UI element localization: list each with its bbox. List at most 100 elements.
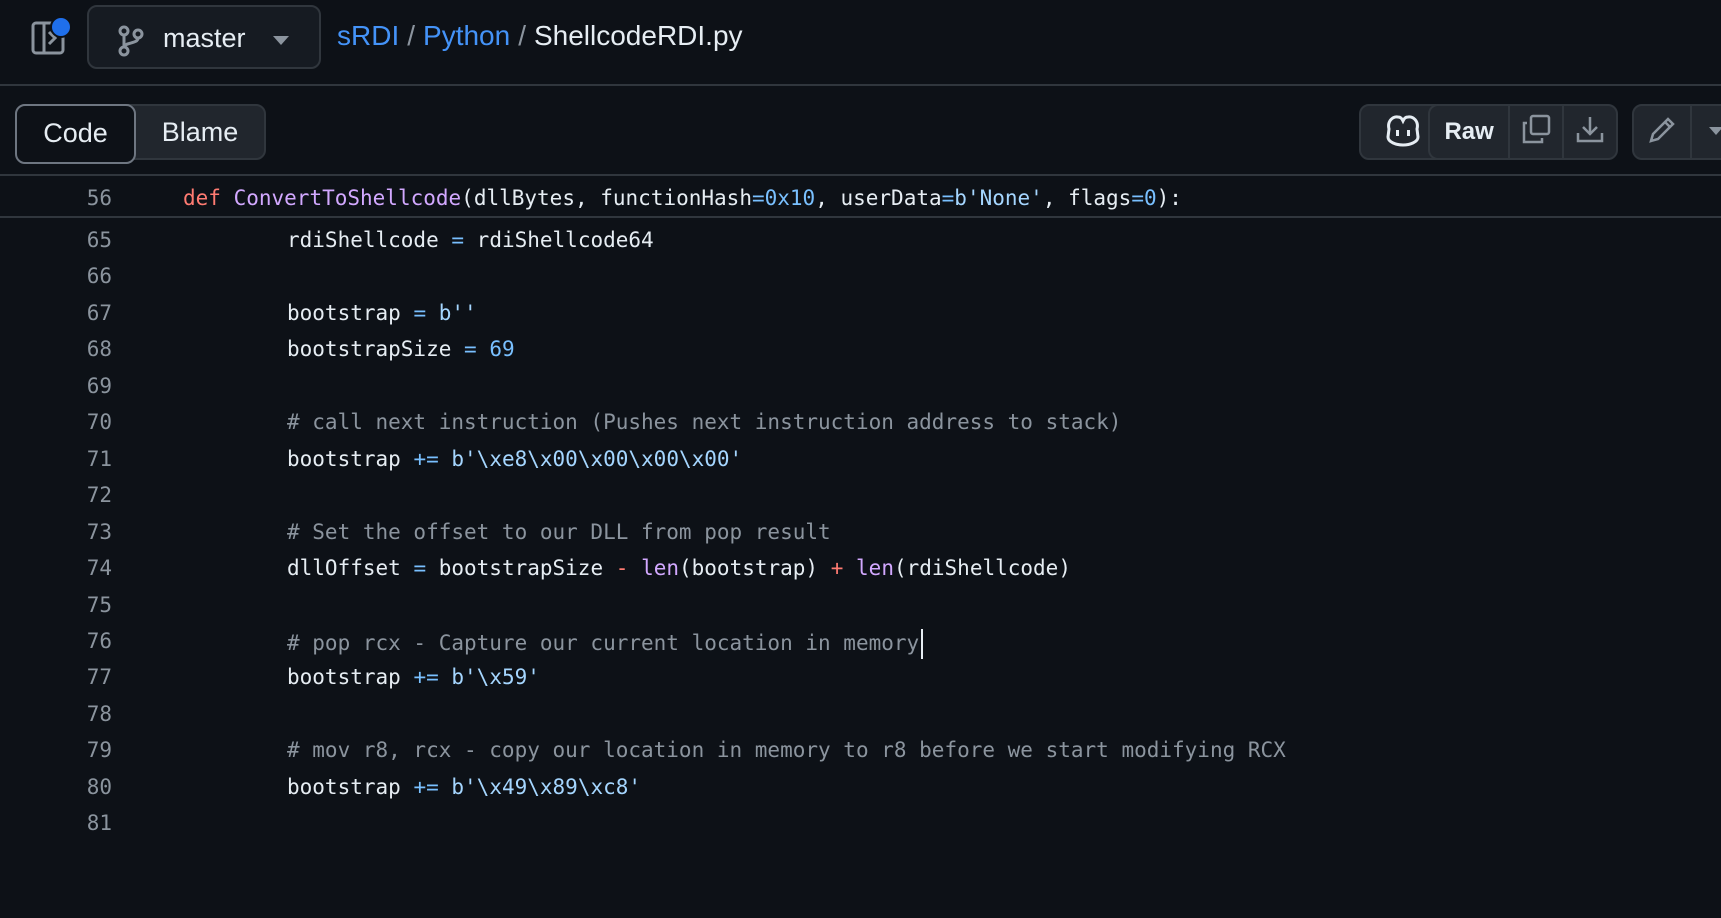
code-token: += xyxy=(413,774,439,799)
line-number[interactable]: 71 xyxy=(0,447,112,471)
breadcrumb-folder-link[interactable]: Python xyxy=(423,20,510,51)
line-number[interactable]: 65 xyxy=(0,228,112,252)
code-token: bootstrapSize xyxy=(287,337,465,362)
line-number[interactable]: 79 xyxy=(0,738,112,762)
edit-options-button[interactable] xyxy=(1692,106,1721,158)
copy-raw-button[interactable] xyxy=(1510,106,1565,158)
line-number[interactable]: 67 xyxy=(0,301,112,325)
code-token: rdiShellcode64 xyxy=(464,228,654,252)
code-token: b'\x59' xyxy=(451,665,540,690)
code-line-text: # mov r8, rcx - copy our location in mem… xyxy=(287,738,1286,762)
edit-file-button[interactable] xyxy=(1634,106,1692,158)
code-line: 75 xyxy=(0,585,1721,625)
tab-code[interactable]: Code xyxy=(15,104,136,164)
line-number[interactable]: 81 xyxy=(0,811,112,835)
code-token: bootstrap xyxy=(287,665,414,690)
code-token: def xyxy=(183,186,221,210)
line-number[interactable]: 76 xyxy=(0,629,112,653)
code-token: (bootstrap) xyxy=(679,556,831,581)
code-token: += xyxy=(413,446,439,471)
code-token: (dllBytes, functionHash xyxy=(461,186,752,210)
line-number[interactable]: 66 xyxy=(0,264,112,288)
branch-selector-button[interactable]: master xyxy=(87,5,321,69)
code-line-text: bootstrapSize = 69 xyxy=(287,337,515,361)
code-line-text: # call next instruction (Pushes next ins… xyxy=(287,410,1121,434)
code-token: b'\xe8\x00\x00\x00\x00' xyxy=(451,446,743,471)
triangle-down-icon xyxy=(273,33,289,51)
code-line: 65 rdiShellcode = rdiShellcode64 xyxy=(0,220,1721,260)
code-line-text: # pop rcx - Capture our current location… xyxy=(287,628,924,659)
line-number[interactable]: 75 xyxy=(0,593,112,617)
code-comment: # pop rcx - Capture our current location… xyxy=(287,630,920,655)
code-viewer[interactable]: 65 rdiShellcode = rdiShellcode64 66 67 boots… xyxy=(0,220,1721,918)
code-token: dllOffset xyxy=(287,556,414,581)
code-line-text: bootstrap += b'\x49\x89\xc8' xyxy=(287,775,641,799)
code-token: (rdiShellcode) xyxy=(893,556,1071,581)
code-line: 73 # Set the offset to our DLL from pop r… xyxy=(0,512,1721,552)
code-token: , userData xyxy=(815,186,942,210)
code-token: = xyxy=(751,186,765,210)
code-token: bootstrap xyxy=(287,774,414,799)
triangle-down-icon xyxy=(1708,123,1721,141)
code-line: 81 xyxy=(0,803,1721,843)
view-mode-toggle: Code Blame xyxy=(15,104,266,164)
edit-button-group xyxy=(1632,104,1721,160)
line-number[interactable]: 73 xyxy=(0,520,112,544)
file-header: master sRDI / Python / ShellcodeRDI.py xyxy=(0,0,1721,86)
code-token: bootstrap xyxy=(287,446,414,471)
line-number[interactable]: 70 xyxy=(0,410,112,434)
raw-button[interactable]: Raw xyxy=(1430,106,1511,158)
code-comment: # mov r8, rcx - copy our location in mem… xyxy=(287,738,1286,763)
code-token: len xyxy=(641,556,679,581)
sticky-function-header: 56 def ConvertToShellcode(dllBytes, func… xyxy=(0,178,1721,218)
code-line: 67 bootstrap = b'' xyxy=(0,293,1721,333)
code-comment: # call next instruction (Pushes next ins… xyxy=(287,410,1122,435)
code-line: 74 dllOffset = bootstrapSize - len(bootst… xyxy=(0,548,1721,588)
text-cursor xyxy=(921,628,924,659)
line-number[interactable]: 72 xyxy=(0,483,112,507)
code-token: b'\x49\x89\xc8' xyxy=(451,774,642,799)
breadcrumb-separator: / xyxy=(407,20,416,51)
code-line: 68 bootstrapSize = 69 xyxy=(0,329,1721,369)
code-line-text: # Set the offset to our DLL from pop res… xyxy=(287,520,831,544)
code-token: 0 xyxy=(1143,186,1157,210)
breadcrumb-repo-link[interactable]: sRDI xyxy=(337,20,399,51)
breadcrumb-separator: / xyxy=(518,20,526,51)
code-token: ConvertToShellcode xyxy=(233,186,462,210)
line-number[interactable]: 68 xyxy=(0,337,112,361)
line-number[interactable]: 69 xyxy=(0,374,112,398)
code-token: = xyxy=(464,337,477,362)
line-number[interactable]: 56 xyxy=(0,186,112,210)
code-token: b'None' xyxy=(954,186,1043,210)
tab-blame[interactable]: Blame xyxy=(134,106,266,158)
code-line: 77 bootstrap += b'\x59' xyxy=(0,657,1721,697)
code-line-text: bootstrap += b'\xe8\x00\x00\x00\x00' xyxy=(287,447,742,471)
code-token: b'' xyxy=(438,300,477,325)
line-number[interactable]: 74 xyxy=(0,556,112,580)
copilot-icon xyxy=(1384,113,1422,152)
code-token: = xyxy=(451,228,465,252)
code-token: + xyxy=(830,556,844,581)
code-token: bootstrap xyxy=(287,300,414,325)
line-number[interactable]: 77 xyxy=(0,665,112,689)
code-line: 71 bootstrap += b'\xe8\x00\x00\x00\x00' xyxy=(0,439,1721,479)
line-number[interactable]: 78 xyxy=(0,702,112,726)
line-number[interactable]: 80 xyxy=(0,775,112,799)
git-branch-icon xyxy=(117,25,145,62)
code-token: = xyxy=(413,300,427,325)
code-line-text: bootstrap += b'\x59' xyxy=(287,665,540,689)
raw-button-group: Raw xyxy=(1428,104,1618,160)
code-line: 80 bootstrap += b'\x49\x89\xc8' xyxy=(0,767,1721,807)
code-line: 76 # pop rcx - Capture our current locati… xyxy=(0,621,1721,661)
code-token: = xyxy=(941,186,955,210)
code-token: += xyxy=(413,665,439,690)
code-line: 78 xyxy=(0,694,1721,734)
code-token: rdiShellcode xyxy=(287,228,452,252)
code-line-text: bootstrap = b'' xyxy=(287,301,477,325)
download-raw-button[interactable] xyxy=(1564,106,1616,158)
